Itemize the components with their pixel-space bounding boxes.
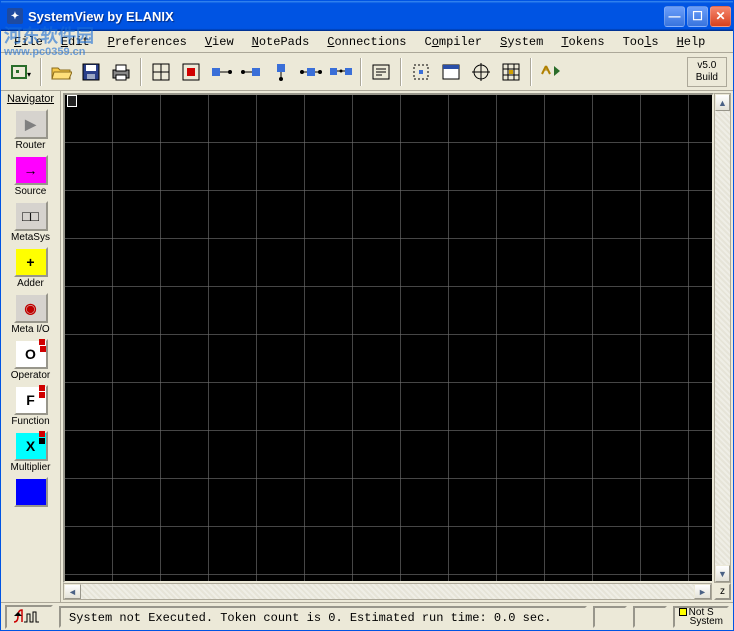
grid-design-icon[interactable] [497,58,525,86]
nav-label-operator: Operator [1,370,60,381]
nav-btn-multiplier[interactable]: X [14,431,48,461]
version-line2: Build [696,72,718,84]
nav-btn-item8[interactable] [14,477,48,507]
nav-label-router: Router [1,140,60,151]
nav-btn-metaio[interactable]: ◉ [14,293,48,323]
hscroll-track[interactable] [81,584,694,599]
menu-system[interactable]: System [491,33,552,51]
cursor-wave-icon[interactable] [5,605,53,629]
menu-preferences[interactable]: Preferences [99,33,196,51]
status-flag-line2: System [690,617,723,626]
nav-label-source: Source [1,186,60,197]
nav-label-metasys: MetaSys [1,232,60,243]
version-box: v5.0 Build [687,57,727,87]
horizontal-scrollbar[interactable]: ◄ ► [63,583,712,600]
nav-btn-function[interactable]: F [14,385,48,415]
menu-file[interactable]: File [5,33,52,51]
status-system-flag[interactable]: Not S System [673,606,729,628]
menu-notepads[interactable]: NotePads [243,33,319,51]
nav-btn-adder[interactable]: + [14,247,48,277]
menu-tools[interactable]: Tools [614,33,668,51]
node-left-icon[interactable] [207,58,235,86]
nav-label-adder: Adder [1,278,60,289]
menu-compiler[interactable]: Compiler [416,33,492,51]
select-area-icon[interactable] [407,58,435,86]
node-down-icon[interactable] [267,58,295,86]
vertical-scrollbar[interactable]: ▲ ▼ [714,93,731,583]
nav-label-function: Function [1,416,60,427]
design-canvas[interactable] [63,93,714,583]
text-box-icon[interactable] [367,58,395,86]
window-icon[interactable] [437,58,465,86]
svg-text:▾: ▾ [27,70,31,79]
node-chain-icon[interactable] [327,58,355,86]
scroll-down-button[interactable]: ▼ [715,565,730,582]
status-indicator-1 [593,606,627,628]
save-icon[interactable] [77,58,105,86]
version-line1: v5.0 [696,60,718,72]
grid-toggle-icon[interactable] [147,58,175,86]
status-text: System not Executed. Token count is 0. E… [59,606,587,628]
canvas-cursor-icon [67,95,77,107]
maximize-button[interactable]: ☐ [687,6,708,27]
flag-square-icon [679,608,687,616]
menu-help[interactable]: Help [668,33,715,51]
title-bar[interactable]: ✦ SystemView by ELANIX — ☐ ✕ [1,1,733,31]
vscroll-track[interactable] [715,111,730,565]
scroll-right-button[interactable]: ► [694,584,711,599]
minimize-button[interactable]: — [664,6,685,27]
print-icon[interactable] [107,58,135,86]
nav-label-metaio: Meta I/O [1,324,60,335]
node-right-icon[interactable] [237,58,265,86]
scroll-up-button[interactable]: ▲ [715,94,730,111]
menu-tokens[interactable]: Tokens [552,33,613,51]
crosshair-icon[interactable] [467,58,495,86]
nav-btn-source[interactable]: → [14,155,48,185]
system-menu-icon[interactable]: ▾ [7,58,35,86]
toolbar: ▾ v5.0 Build [1,53,733,91]
close-button[interactable]: ✕ [710,6,731,27]
window-title: SystemView by ELANIX [28,9,664,24]
menu-bar: File Edit Preferences View NotePads Conn… [1,31,733,53]
nav-label-multiplier: Multiplier [1,462,60,473]
scroll-left-button[interactable]: ◄ [64,584,81,599]
menu-connections[interactable]: Connections [318,33,415,51]
z-button[interactable]: z [714,583,731,600]
open-icon[interactable] [47,58,75,86]
navigator-title: Navigator [1,93,60,105]
status-bar: System not Executed. Token count is 0. E… [1,602,733,630]
node-both-icon[interactable] [297,58,325,86]
status-indicator-2 [633,606,667,628]
nav-btn-router[interactable]: ▶ [14,109,48,139]
navigator-panel: Navigator ▶ Router → Source □□ MetaSys + Ad… [1,91,61,602]
app-icon: ✦ [7,8,23,24]
run-icon[interactable] [537,58,565,86]
nav-btn-operator[interactable]: O [14,339,48,369]
nav-btn-metasys[interactable]: □□ [14,201,48,231]
stop-icon[interactable] [177,58,205,86]
menu-edit[interactable]: Edit [52,33,99,51]
menu-view[interactable]: View [196,33,243,51]
